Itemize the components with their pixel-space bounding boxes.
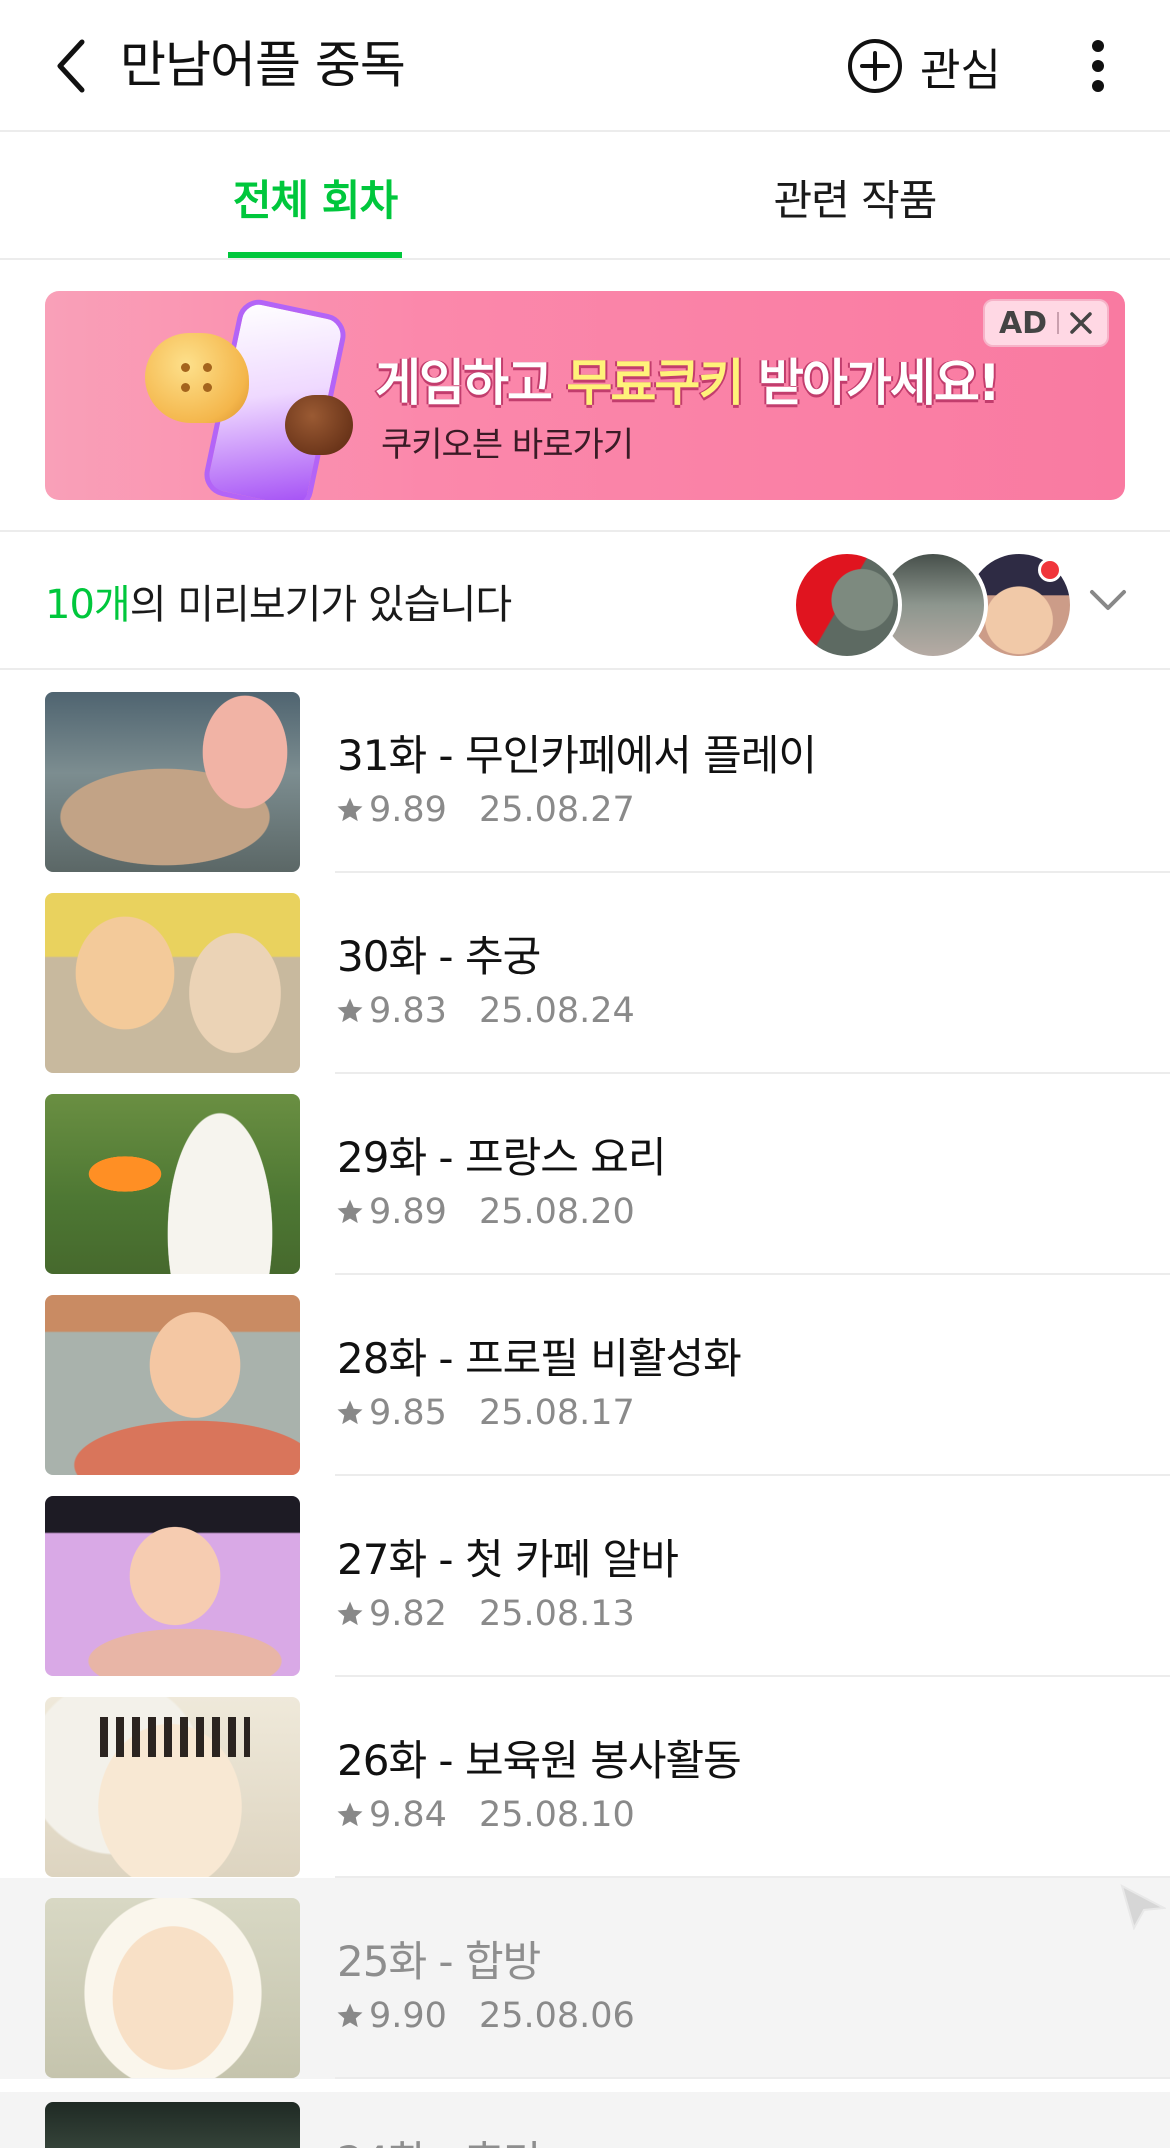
star-icon bbox=[337, 797, 363, 822]
page-title: 만남어플 중독 bbox=[120, 36, 406, 94]
episode-thumbnail bbox=[45, 1697, 300, 1877]
episode-date: 25.08.17 bbox=[478, 1393, 635, 1433]
star-icon bbox=[337, 1199, 363, 1224]
expand-preview-button[interactable] bbox=[1080, 572, 1136, 628]
ad-badge-divider bbox=[1057, 312, 1060, 334]
more-vertical-icon bbox=[1092, 40, 1104, 92]
episode-thumbnail bbox=[45, 692, 300, 872]
episode-row[interactable]: 26화 - 보육원 봉사활동 9.84 25.08.10 bbox=[0, 1677, 1170, 1878]
star-icon bbox=[337, 2003, 363, 2028]
episode-title: 27화 - 첫 카페 알바 bbox=[337, 1535, 679, 1584]
episode-thumbnail bbox=[45, 893, 300, 1073]
episode-list: 31화 - 무인카페에서 플레이 9.89 25.08.27 30화 - 추궁 … bbox=[0, 672, 1170, 2079]
episode-date: 25.08.20 bbox=[478, 1192, 635, 1232]
episode-meta: 9.83 25.08.24 bbox=[335, 991, 635, 1031]
tab-bar: 전체 회차 관련 작품 bbox=[0, 134, 1170, 260]
ad-subtext: 쿠키오븐 바로가기 bbox=[381, 425, 634, 465]
episode-thumbnail bbox=[45, 1295, 300, 1475]
divider bbox=[335, 2077, 1170, 2079]
episode-rating: 9.89 bbox=[369, 790, 447, 830]
episode-thumbnail bbox=[45, 1898, 300, 2078]
chocolate-cookie-illustration bbox=[285, 395, 353, 455]
episode-rating: 9.90 bbox=[369, 1996, 447, 2036]
episode-row[interactable]: 31화 - 무인카페에서 플레이 9.89 25.08.27 bbox=[0, 672, 1170, 873]
star-icon bbox=[337, 1400, 363, 1425]
episode-meta: 9.89 25.08.20 bbox=[335, 1192, 635, 1232]
episode-meta: 9.84 25.08.10 bbox=[335, 1795, 635, 1835]
episode-row-partial[interactable]: 24화 - 후기 bbox=[0, 2092, 1170, 2148]
episode-thumbnail bbox=[45, 1496, 300, 1676]
favorite-button[interactable]: 관심 bbox=[846, 30, 1001, 102]
back-button[interactable] bbox=[36, 30, 108, 102]
episode-title: 26화 - 보육원 봉사활동 bbox=[337, 1736, 742, 1785]
preview-count-text: 10개의 미리보기가 있습니다 bbox=[45, 582, 512, 628]
episode-row[interactable]: 28화 - 프로필 비활성화 9.85 25.08.17 bbox=[0, 1275, 1170, 1476]
pointer-icon bbox=[1120, 1884, 1166, 1930]
episode-title: 28화 - 프로필 비활성화 bbox=[337, 1334, 742, 1383]
chevron-left-icon bbox=[57, 39, 85, 93]
episode-date: 25.08.10 bbox=[478, 1795, 635, 1835]
favorite-label: 관심 bbox=[920, 45, 1001, 96]
episode-row[interactable]: 29화 - 프랑스 요리 9.89 25.08.20 bbox=[0, 1074, 1170, 1275]
episode-meta: 9.82 25.08.13 bbox=[335, 1594, 635, 1634]
episode-meta: 9.90 25.08.06 bbox=[335, 1996, 635, 2036]
tab-all-episodes[interactable]: 전체 회차 bbox=[228, 134, 402, 260]
episode-title: 29화 - 프랑스 요리 bbox=[337, 1133, 666, 1182]
episode-rating: 9.85 bbox=[369, 1393, 447, 1433]
episode-rating: 9.83 bbox=[369, 991, 447, 1031]
cookie-illustration bbox=[145, 333, 249, 423]
chevron-down-icon bbox=[1090, 590, 1126, 610]
ad-label: AD bbox=[998, 305, 1048, 341]
preview-row[interactable]: 10개의 미리보기가 있습니다 bbox=[0, 530, 1170, 670]
episode-meta: 9.85 25.08.17 bbox=[335, 1393, 635, 1433]
ad-banner[interactable]: 게임하고 무료쿠키 받아가세요! 쿠키오븐 바로가기 AD bbox=[45, 291, 1125, 500]
episode-date: 25.08.24 bbox=[478, 991, 635, 1031]
ad-headline: 게임하고 무료쿠키 받아가세요! bbox=[375, 354, 1001, 412]
episode-title: 25화 - 합방 bbox=[337, 1937, 541, 1986]
episode-date: 25.08.27 bbox=[478, 790, 635, 830]
plus-circle-icon bbox=[848, 39, 902, 93]
episode-row-read[interactable]: 25화 - 합방 9.90 25.08.06 bbox=[0, 1878, 1170, 2079]
episode-date: 25.08.13 bbox=[478, 1594, 635, 1634]
episode-date: 25.08.06 bbox=[478, 1996, 635, 2036]
active-tab-indicator bbox=[228, 252, 402, 258]
episode-row[interactable]: 27화 - 첫 카페 알바 9.82 25.08.13 bbox=[0, 1476, 1170, 1677]
preview-thumbnails bbox=[792, 542, 1074, 660]
episode-meta: 9.89 25.08.27 bbox=[335, 790, 635, 830]
top-bar: 만남어플 중독 관심 bbox=[0, 0, 1170, 132]
episode-row[interactable]: 30화 - 추궁 9.83 25.08.24 bbox=[0, 873, 1170, 1074]
episode-title: 31화 - 무인카페에서 플레이 bbox=[337, 731, 817, 780]
episode-rating: 9.82 bbox=[369, 1594, 447, 1634]
close-icon[interactable] bbox=[1069, 311, 1093, 335]
ad-close-badge[interactable]: AD bbox=[983, 299, 1109, 347]
new-indicator-dot bbox=[1038, 558, 1062, 582]
episode-rating: 9.89 bbox=[369, 1192, 447, 1232]
episode-title: 30화 - 추궁 bbox=[337, 932, 541, 981]
episode-title: 24화 - 후기 bbox=[337, 2128, 541, 2148]
episode-thumbnail bbox=[45, 1094, 300, 1274]
star-icon bbox=[337, 1802, 363, 1827]
preview-avatar bbox=[792, 550, 902, 660]
episode-thumbnail bbox=[45, 2102, 300, 2148]
star-icon bbox=[337, 1601, 363, 1626]
episode-rating: 9.84 bbox=[369, 1795, 447, 1835]
more-menu-button[interactable] bbox=[1068, 30, 1128, 102]
tab-related-works[interactable]: 관련 작품 bbox=[740, 134, 970, 260]
star-icon bbox=[337, 998, 363, 1023]
